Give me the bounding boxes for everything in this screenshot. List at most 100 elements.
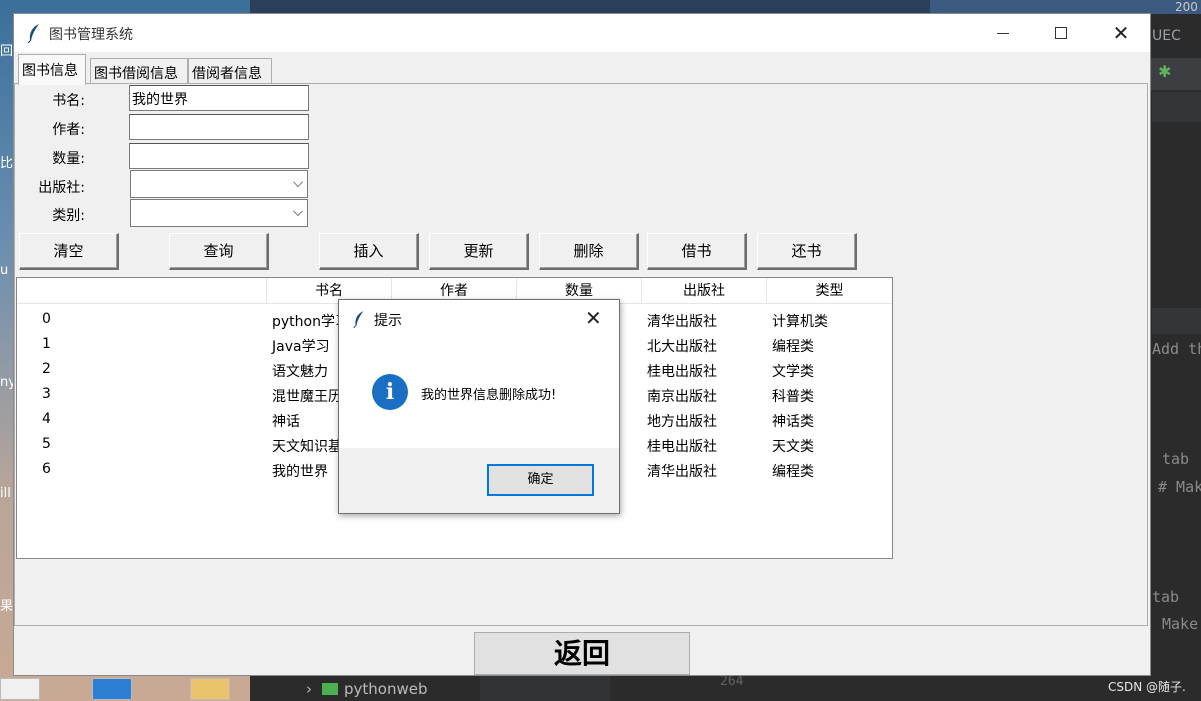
info-icon: i bbox=[372, 374, 408, 410]
table-header-id bbox=[17, 278, 267, 304]
row-type: 计算机类 bbox=[772, 314, 828, 330]
author-field[interactable] bbox=[129, 114, 309, 140]
publisher-select[interactable] bbox=[130, 170, 308, 198]
desktop-icon-label: 回 bbox=[0, 44, 14, 59]
row-publisher: 桂电出版社 bbox=[647, 439, 717, 455]
row-type: 编程类 bbox=[772, 464, 814, 480]
query-button[interactable]: 查询 bbox=[169, 233, 269, 270]
ide-titlebar bbox=[930, 0, 1201, 14]
row-id: 0 bbox=[42, 311, 51, 327]
info-dialog: 提示 ✕ i 我的世界信息删除成功! 确定 bbox=[338, 299, 620, 514]
row-name: 语文魅力 bbox=[272, 364, 328, 380]
row-name: 天文知识基 bbox=[272, 439, 342, 455]
category-label: 类别: bbox=[52, 208, 85, 224]
maximize-icon bbox=[1055, 27, 1067, 39]
ide-project-bar: › pythonweb 264 bbox=[250, 674, 1201, 701]
delete-button[interactable]: 删除 bbox=[539, 233, 639, 270]
desktop-icon[interactable] bbox=[0, 678, 40, 700]
borrow-button[interactable]: 借书 bbox=[647, 233, 747, 270]
desktop-icon[interactable] bbox=[190, 678, 230, 700]
category-select[interactable] bbox=[130, 199, 308, 227]
insert-button[interactable]: 插入 bbox=[319, 233, 419, 270]
row-type: 文学类 bbox=[772, 364, 814, 380]
row-id: 5 bbox=[42, 436, 51, 452]
row-type: 神话类 bbox=[772, 414, 814, 430]
ide-code-line: Make bbox=[1162, 615, 1199, 633]
desktop-top-band bbox=[250, 0, 950, 14]
row-publisher: 清华出版社 bbox=[647, 314, 717, 330]
tab-borrower-info[interactable]: 借阅者信息 bbox=[188, 58, 272, 84]
feather-icon bbox=[27, 24, 39, 43]
row-type: 天文类 bbox=[772, 439, 814, 455]
ide-top-text: 200 bbox=[1175, 0, 1198, 14]
dialog-titlebar[interactable]: 提示 ✕ bbox=[339, 300, 619, 338]
ide-code-line: Add th bbox=[1152, 340, 1201, 358]
dialog-title: 提示 bbox=[374, 313, 402, 329]
row-name: Java学习 bbox=[272, 339, 330, 355]
quantity-field[interactable] bbox=[129, 143, 309, 169]
project-folder-label: pythonweb bbox=[344, 680, 428, 698]
window-title: 图书管理系统 bbox=[49, 27, 133, 43]
window-titlebar[interactable]: 图书管理系统 ✕ bbox=[14, 14, 1150, 52]
publisher-label: 出版社: bbox=[38, 180, 85, 196]
bug-icon[interactable]: ✱ bbox=[1158, 62, 1178, 82]
desktop-icon[interactable] bbox=[92, 678, 132, 700]
table-header-type[interactable]: 类型 bbox=[767, 278, 892, 304]
row-id: 1 bbox=[42, 336, 51, 352]
row-publisher: 清华出版社 bbox=[647, 464, 717, 480]
chevron-down-icon bbox=[293, 177, 303, 187]
minimize-button[interactable] bbox=[974, 14, 1032, 52]
tab-borrow-info[interactable]: 图书借阅信息 bbox=[90, 58, 188, 84]
desktop-icon-label: ill bbox=[0, 486, 11, 501]
minimize-icon bbox=[997, 32, 1009, 34]
close-button[interactable]: ✕ bbox=[1092, 14, 1150, 52]
row-publisher: 地方出版社 bbox=[647, 414, 717, 430]
row-name: 混世魔王历 bbox=[272, 389, 342, 405]
ide-strip bbox=[1152, 308, 1201, 334]
name-field[interactable]: 我的世界 bbox=[129, 85, 309, 111]
ok-button[interactable]: 确定 bbox=[487, 464, 594, 496]
ide-code-line: # Mak bbox=[1158, 478, 1201, 496]
name-label: 书名: bbox=[52, 93, 85, 109]
quantity-label: 数量: bbox=[52, 151, 85, 167]
ide-code-line: tab bbox=[1162, 450, 1190, 468]
row-publisher: 南京出版社 bbox=[647, 389, 717, 405]
row-publisher: 桂电出版社 bbox=[647, 364, 717, 380]
close-icon: ✕ bbox=[1112, 21, 1130, 45]
row-id: 2 bbox=[42, 361, 51, 377]
table-header-publisher[interactable]: 出版社 bbox=[642, 278, 767, 304]
ide-code-line: tab bbox=[1152, 588, 1180, 606]
row-id: 4 bbox=[42, 411, 51, 427]
feather-icon bbox=[353, 311, 364, 328]
desktop-icon-label: 比 bbox=[0, 156, 14, 171]
clear-button[interactable]: 清空 bbox=[19, 233, 119, 270]
ide-tab-text: UEC bbox=[1152, 28, 1181, 44]
row-type: 科普类 bbox=[772, 389, 814, 405]
row-type: 编程类 bbox=[772, 339, 814, 355]
project-folder-item[interactable]: › pythonweb bbox=[306, 680, 428, 698]
chevron-right-icon: › bbox=[306, 680, 312, 698]
watermark: CSDN @随子. bbox=[1108, 680, 1186, 694]
row-name: 神话 bbox=[272, 414, 300, 430]
line-number: 264 bbox=[720, 674, 744, 689]
dialog-message: 我的世界信息删除成功! bbox=[421, 388, 557, 403]
desktop-icon-label: 果 bbox=[0, 599, 14, 614]
maximize-button[interactable] bbox=[1032, 14, 1090, 52]
ide-gutter: 264 bbox=[480, 674, 743, 701]
row-id: 6 bbox=[42, 461, 51, 477]
tab-book-info[interactable]: 图书信息 bbox=[18, 54, 86, 85]
return-book-button[interactable]: 还书 bbox=[757, 233, 857, 270]
row-publisher: 北大出版社 bbox=[647, 339, 717, 355]
desktop-icon-label: u bbox=[0, 263, 9, 278]
update-button[interactable]: 更新 bbox=[429, 233, 529, 270]
folder-icon bbox=[322, 683, 338, 695]
back-button[interactable]: 返回 bbox=[474, 632, 690, 675]
author-label: 作者: bbox=[52, 122, 85, 138]
desktop-bottom-icons bbox=[0, 676, 250, 701]
close-icon[interactable]: ✕ bbox=[585, 306, 602, 330]
row-name: 我的世界 bbox=[272, 464, 328, 480]
ide-strip bbox=[1152, 92, 1201, 122]
row-id: 3 bbox=[42, 386, 51, 402]
chevron-down-icon bbox=[293, 206, 303, 216]
dialog-body: i 我的世界信息删除成功! bbox=[339, 338, 619, 448]
